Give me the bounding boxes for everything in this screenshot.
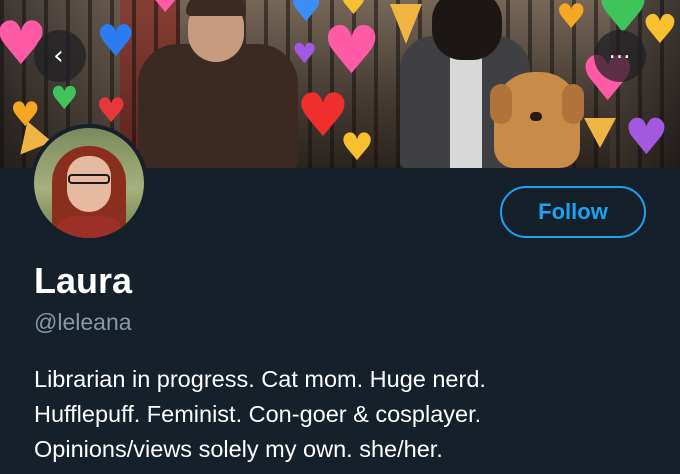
pizza-emoji-icon [390, 4, 422, 44]
heart-emoji-icon: ♥ [96, 91, 127, 131]
bio-line: Hufflepuff. Feminist. Con-goer & cosplay… [34, 401, 482, 427]
back-button[interactable]: ‹ [34, 30, 86, 82]
profile-bio: Librarian in progress. Cat mom. Huge ner… [34, 362, 654, 467]
heart-emoji-icon: ♥ [96, 16, 136, 67]
heart-emoji-icon: ♥ [292, 37, 318, 70]
avatar-face [67, 156, 111, 212]
banner-person-hair [432, 0, 502, 60]
chevron-left-icon: ‹ [53, 41, 64, 71]
heart-emoji-icon: ♥ [322, 12, 382, 89]
banner-person [138, 44, 298, 168]
heart-emoji-icon: ♥ [340, 0, 367, 22]
avatar[interactable] [30, 124, 148, 242]
avatar-image [34, 128, 144, 238]
more-options-button[interactable]: … [594, 30, 646, 82]
heart-emoji-icon: ♥ [340, 125, 375, 168]
heart-emoji-icon: ♥ [50, 79, 79, 117]
bio-line: Opinions/views solely my own. she/her. [34, 436, 443, 462]
bio-line: Librarian in progress. Cat mom. Huge ner… [34, 366, 486, 392]
banner-person-shirt [450, 48, 482, 168]
pizza-emoji-icon [584, 118, 616, 148]
heart-emoji-icon: ♥ [642, 7, 678, 53]
heart-emoji-icon: ♥ [624, 108, 669, 166]
heart-emoji-icon: ♥ [150, 0, 181, 21]
follow-button[interactable]: Follow [500, 186, 646, 238]
avatar-glasses [68, 174, 110, 184]
banner-dog-ear [490, 84, 512, 124]
avatar-clothing [54, 216, 124, 238]
profile-handle: @leleana [34, 309, 132, 335]
heart-emoji-icon: ♥ [556, 0, 587, 37]
profile-name: Laura [34, 260, 133, 301]
heart-emoji-icon: ♥ [290, 0, 323, 30]
more-options-icon: … [608, 38, 632, 64]
banner-dog-nose [530, 112, 542, 121]
banner-person-hair [186, 0, 246, 16]
